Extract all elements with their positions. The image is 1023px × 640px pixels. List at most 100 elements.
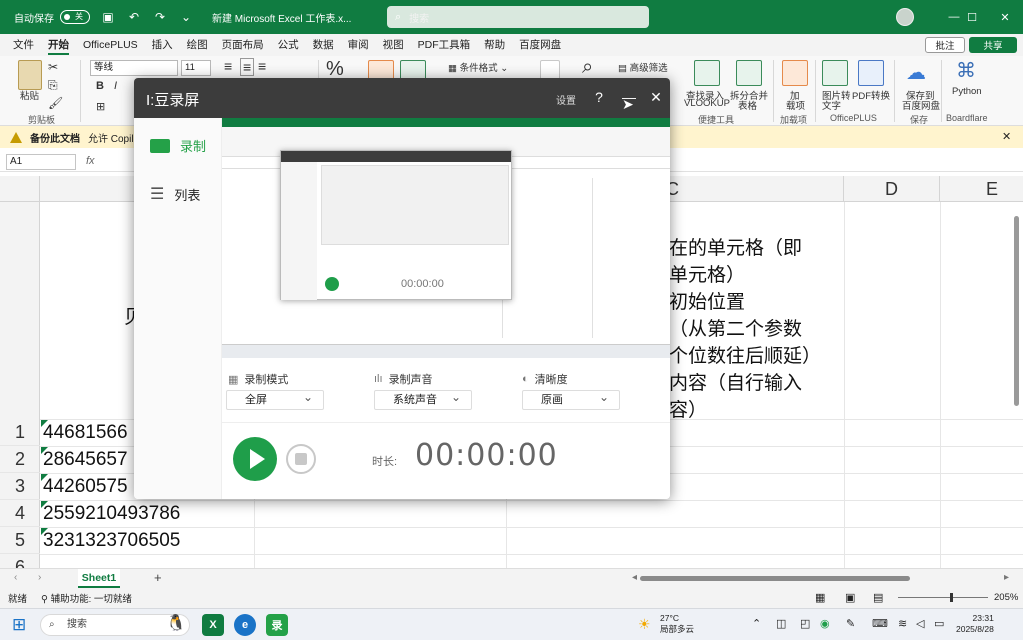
avatar[interactable] [896,8,914,26]
page-layout-icon[interactable]: ▣ [845,591,855,604]
cell-a4[interactable]: 44260575 [43,476,128,498]
customize-icon[interactable]: ⌄ [178,9,194,25]
save-icon[interactable]: ▣ [100,9,116,25]
menu-baidu[interactable]: 百度网盘 [512,34,568,56]
paste-icon[interactable] [18,60,42,90]
battery-icon[interactable]: ▭ [934,617,944,630]
menu-data[interactable]: 数据 [306,34,341,56]
tray-icon[interactable]: ◉ [820,617,830,630]
format-painter-icon[interactable]: 🖌 [48,96,63,110]
row-header-1[interactable]: 1 [0,419,40,446]
clock[interactable]: 23:31 2025/8/28 [956,613,994,635]
mode-select[interactable]: 全屏 [226,388,324,410]
accessibility-status[interactable]: ⚲ 辅助功能: 一切就绪 [41,591,132,605]
add-sheet-button[interactable]: + [154,570,162,585]
menu-page-layout[interactable]: 页面布局 [215,34,271,56]
recorder-settings-button[interactable]: 设置 [556,92,576,107]
zoom-level[interactable]: 205% [994,592,1018,603]
find-icon[interactable]: ⌕ [582,56,593,79]
nav-list[interactable]: ☰ 列表 [150,184,200,204]
pdf-convert-icon[interactable] [858,60,884,86]
python-icon[interactable]: ⌘ [956,58,976,83]
search-box[interactable]: ⌕ 搜索 [387,6,649,28]
undo-icon[interactable]: ↶ [126,9,142,25]
tray-icon[interactable]: ✎ [846,617,855,630]
cell-a5[interactable]: 2559210493786 [43,503,180,525]
cut-icon[interactable]: ✂ [48,60,58,74]
bold-icon[interactable]: B [96,80,104,92]
menu-insert[interactable]: 插入 [145,34,180,56]
tray-icon[interactable]: ⌨ [872,617,888,630]
quality-select[interactable]: 原画 [522,388,620,410]
scroll-left-arrow[interactable]: ◂ [632,572,637,583]
close-icon[interactable]: ✕ [647,88,665,106]
stop-record-button[interactable] [286,444,316,474]
excel-app-icon[interactable]: X [202,614,224,636]
close-button[interactable]: ✕ [988,0,1022,34]
select-all-corner[interactable] [0,176,40,202]
maximize-button[interactable]: ☐ [955,0,989,34]
help-icon[interactable]: ? [590,88,608,106]
tray-icon[interactable]: ⌃ [752,617,761,630]
borders-icon[interactable]: ⊞ [96,100,105,113]
advanced-filter[interactable]: ▤ 高级筛选 [618,60,668,74]
menu-file[interactable]: 文件 [6,34,41,56]
menu-home[interactable]: 开始 [41,34,76,56]
redo-icon[interactable]: ↷ [152,9,168,25]
row-header-5[interactable]: 5 [0,527,40,554]
edge-app-icon[interactable]: e [234,614,256,636]
scroll-right-icon[interactable]: › [38,572,41,583]
name-box[interactable]: A1 [6,154,76,170]
split-merge-icon[interactable] [736,60,762,86]
pic-to-text-icon[interactable] [822,60,848,86]
menu-help[interactable]: 帮助 [477,34,512,56]
copy-icon[interactable]: ⎘ [48,78,58,93]
close-icon[interactable]: ✕ [1002,130,1011,143]
menu-pdf-toolbox[interactable]: PDF工具箱 [411,34,478,56]
menu-officeplus[interactable]: OfficePLUS [76,34,145,56]
align-top-icon[interactable]: ≡ [224,58,232,74]
weather[interactable]: 27°C 局部多云 [660,613,694,635]
tray-icon[interactable]: ◰ [800,617,810,630]
cell-a6[interactable]: 3231323706505 [43,530,180,552]
horizontal-scrollbar[interactable] [640,576,910,581]
menu-view[interactable]: 视图 [376,34,411,56]
scroll-left-icon[interactable]: ‹ [14,572,17,583]
addin-icon[interactable] [782,60,808,86]
page-break-icon[interactable]: ▤ [873,591,883,604]
volume-icon[interactable]: ◁ [916,617,924,630]
italic-icon[interactable]: I [114,80,117,92]
sheet-tab[interactable]: Sheet1 [78,569,120,588]
fx-icon[interactable]: fx [86,155,95,167]
autosave-toggle[interactable]: 关 [60,10,90,24]
row-header-2[interactable]: 2 [0,446,40,473]
share-button[interactable]: 共享 [969,37,1017,53]
cell-a3[interactable]: 28645657 [43,449,128,471]
normal-view-icon[interactable]: ▦ [815,591,825,604]
autosave[interactable]: 自动保存 关 [14,10,90,25]
file-name[interactable]: 新建 Microsoft Excel 工作表.x... [212,10,351,25]
font-name-select[interactable]: 等线 [90,60,178,76]
nav-record[interactable]: 录制 [150,136,206,155]
recorder-app-icon[interactable]: 录 [266,614,288,636]
menu-formulas[interactable]: 公式 [271,34,306,56]
column-header-d[interactable]: D [844,176,940,202]
menu-draw[interactable]: 绘图 [180,34,215,56]
column-header-e[interactable]: E [940,176,1023,202]
align-middle-icon[interactable]: ≡ [240,58,255,76]
baidu-cloud-icon[interactable]: ☁ [906,60,926,85]
tray-icon[interactable]: ◫ [776,617,786,630]
conditional-format[interactable]: ▦ 条件格式 ⌄ [448,60,508,74]
menu-review[interactable]: 审阅 [341,34,376,56]
start-record-button[interactable] [233,437,277,481]
audio-select[interactable]: 系统声音 [374,388,472,410]
zoom-slider[interactable] [898,597,988,598]
lookup-icon[interactable] [694,60,720,86]
row-header-4[interactable]: 4 [0,500,40,527]
windows-start-icon[interactable]: ⊞ [12,615,26,635]
row-header-6[interactable]: 6 [0,554,40,568]
comment-button[interactable]: 批注 [925,37,965,53]
align-bottom-icon[interactable]: ≡ [258,58,266,74]
cell-a2[interactable]: 44681566 [43,422,128,444]
zoom-thumb[interactable] [950,593,953,602]
